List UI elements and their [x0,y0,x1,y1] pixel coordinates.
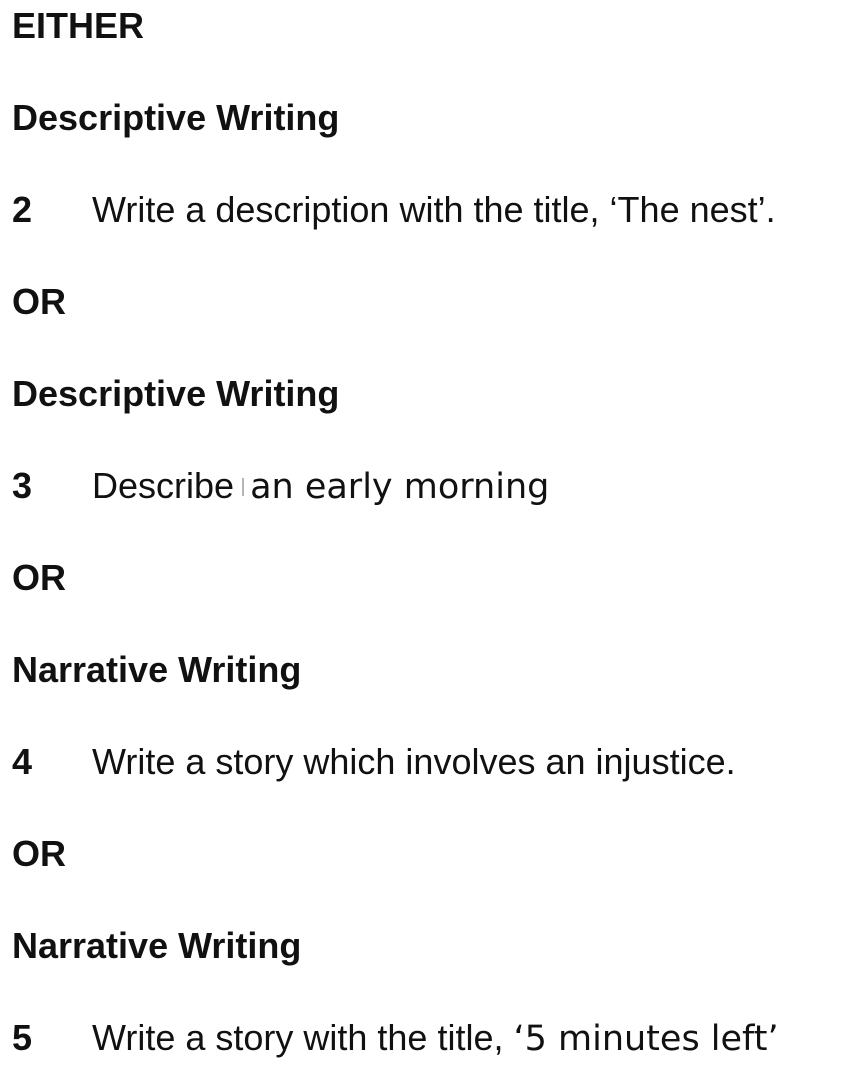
text-artifact-mark [242,478,245,496]
or-separator-2: OR [12,557,66,598]
section-heading-narrative-2: Narrative Writing [12,925,302,966]
section-heading-narrative-1: Narrative Writing [12,649,302,690]
question-number: 3 [12,465,33,506]
question-text-part-1: Write a story with the title, [92,1017,504,1058]
question-text: Describe an early morning [92,464,549,509]
or-separator-3: OR [12,833,66,874]
question-number: 2 [12,189,33,230]
or-separator-1: OR [12,281,66,322]
either-label: EITHER [12,5,145,46]
question-text-part-1: Describe [92,465,235,506]
question-number: 5 [12,1017,33,1058]
question-text-part-2: an early morning [250,467,550,507]
question-number: 4 [12,741,33,782]
section-heading-descriptive-2: Descriptive Writing [12,373,340,414]
section-heading-descriptive-1: Descriptive Writing [12,97,340,138]
question-text-part-2: ‘5 minutes left’ [513,1019,779,1059]
writing-task-document: EITHER Descriptive Writing 2 Write a des… [0,0,850,1072]
question-text: Write a description with the title, ‘The… [92,189,776,230]
question-text: Write a story which involves an injustic… [92,741,736,782]
question-text: Write a story with the title, ‘5 minutes… [92,1016,779,1061]
